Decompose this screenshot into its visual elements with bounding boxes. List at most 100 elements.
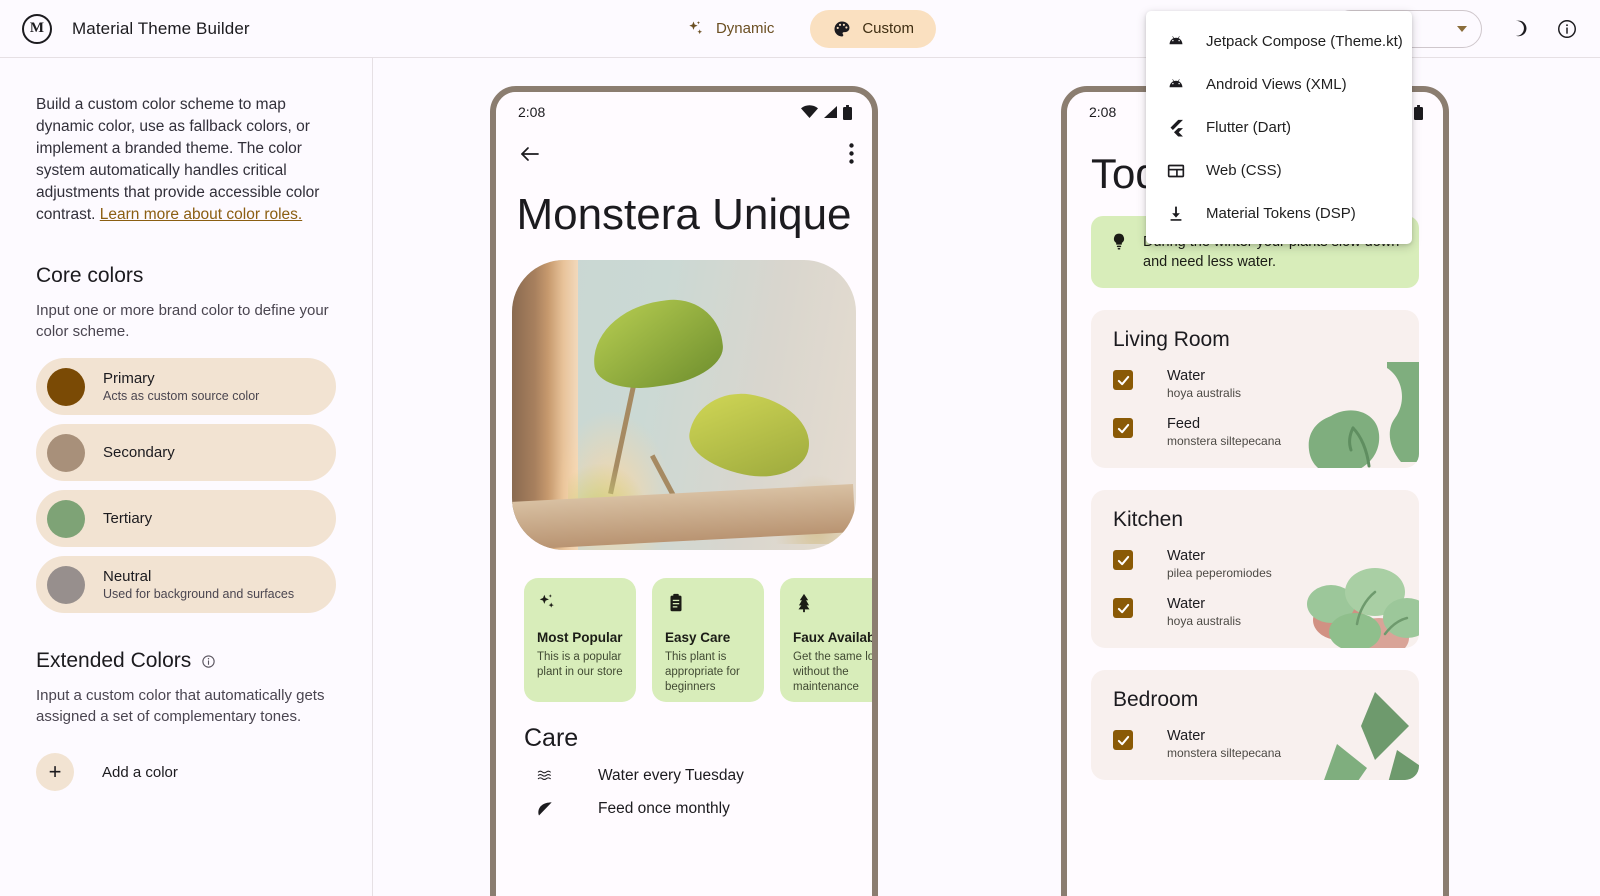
menu-item-material-tokens[interactable]: Material Tokens (DSP) — [1146, 192, 1412, 235]
status-time: 2:08 — [518, 104, 546, 120]
leaf-icon — [534, 799, 556, 819]
water-waves-icon — [534, 768, 556, 784]
android-icon — [1164, 74, 1188, 96]
plant-title: Monstera Unique — [516, 190, 852, 239]
core-colors-heading: Core colors — [36, 264, 144, 287]
preview-stage: 2:08 Monstera Unique Most Popular This i… — [373, 58, 1600, 896]
chip-description: This plant is appropriate for beginners — [665, 651, 740, 693]
web-layout-icon — [1164, 160, 1188, 182]
task-action: Water — [1167, 548, 1206, 564]
info-icon[interactable] — [201, 654, 216, 669]
left-panel: Build a custom color scheme to map dynam… — [0, 58, 373, 896]
dynamic-mode-label: Dynamic — [715, 20, 775, 37]
check-icon — [1117, 423, 1129, 433]
menu-item-label: Jetpack Compose (Theme.kt) — [1206, 33, 1403, 50]
care-item: Water every Tuesday — [496, 753, 872, 785]
task-row: Water hoya australis — [1113, 368, 1399, 400]
task-action: Feed — [1167, 416, 1201, 432]
menu-item-jetpack-compose[interactable]: Jetpack Compose (Theme.kt) — [1146, 20, 1412, 63]
intro-text: Build a custom color scheme to map dynam… — [36, 96, 320, 223]
room-card-kitchen: Kitchen Water pilea peperomiodes Water h… — [1091, 490, 1419, 648]
menu-item-android-views[interactable]: Android Views (XML) — [1146, 63, 1412, 106]
back-arrow-icon[interactable] — [518, 142, 542, 171]
signal-icon — [824, 106, 837, 118]
swatch-row-tertiary[interactable]: Tertiary — [36, 490, 336, 547]
chip-title: Most Popular — [537, 630, 623, 645]
task-plant: hoya australis — [1167, 386, 1242, 400]
check-icon — [1117, 603, 1129, 613]
extended-colors-header: Extended Colors — [36, 649, 336, 673]
task-plant: monstera siltepecana — [1167, 434, 1282, 448]
room-name: Living Room — [1113, 328, 1230, 351]
battery-icon — [1414, 104, 1423, 120]
task-row: Feed monstera siltepecana — [1113, 416, 1399, 448]
task-checkbox[interactable] — [1113, 730, 1133, 750]
task-checkbox[interactable] — [1113, 370, 1133, 390]
color-dot[interactable] — [47, 499, 85, 538]
menu-item-label: Material Tokens (DSP) — [1206, 205, 1356, 222]
swatch-description: Acts as custom source color — [103, 389, 260, 403]
swatch-row-primary[interactable]: Primary Acts as custom source color — [36, 358, 336, 415]
task-plant: pilea peperomiodes — [1167, 566, 1272, 580]
swatch-name: Tertiary — [103, 510, 153, 527]
flutter-icon — [1164, 117, 1188, 139]
swatch-name: Primary — [103, 370, 155, 387]
menu-item-web-css[interactable]: Web (CSS) — [1146, 149, 1412, 192]
status-icon-group — [801, 104, 852, 120]
info-icon — [1558, 20, 1576, 38]
feature-chip[interactable]: Faux Available Get the same look without… — [780, 578, 872, 702]
task-checkbox[interactable] — [1113, 598, 1133, 618]
dynamic-mode-button[interactable]: Dynamic — [664, 10, 796, 48]
add-color-button[interactable]: + Add a color — [36, 753, 336, 791]
task-plant: hoya australis — [1167, 614, 1242, 628]
task-plant: monstera siltepecana — [1167, 746, 1282, 760]
color-roles-link[interactable]: Learn more about color roles. — [100, 206, 302, 223]
more-vert-icon[interactable] — [849, 143, 854, 169]
custom-mode-button[interactable]: Custom — [810, 9, 937, 48]
android-icon — [1164, 31, 1188, 53]
room-card-bedroom: Bedroom Water monstera siltepecana — [1091, 670, 1419, 780]
dark-mode-toggle[interactable] — [1502, 14, 1532, 44]
color-dot[interactable] — [47, 367, 85, 406]
material-logo-icon: M — [22, 13, 52, 44]
check-icon — [1117, 375, 1129, 385]
tree-icon — [793, 592, 872, 616]
clipboard-icon — [665, 592, 752, 616]
menu-item-flutter[interactable]: Flutter (Dart) — [1146, 106, 1412, 149]
wifi-icon — [801, 105, 818, 118]
leaf-decoration — [586, 293, 728, 395]
chevron-down-icon — [1457, 26, 1467, 32]
task-row: Water pilea peperomiodes — [1113, 548, 1399, 580]
task-action: Water — [1167, 368, 1206, 384]
swatch-row-secondary[interactable]: Secondary — [36, 424, 336, 481]
task-row: Water monstera siltepecana — [1113, 728, 1399, 760]
feature-chip[interactable]: Easy Care This plant is appropriate for … — [652, 578, 764, 702]
chip-title: Easy Care — [665, 630, 731, 645]
plus-icon: + — [36, 753, 74, 791]
info-button[interactable] — [1552, 14, 1582, 44]
extended-colors-description: Input a custom color that automatically … — [36, 687, 325, 725]
chip-description: Get the same look without the maintenanc… — [793, 651, 872, 693]
add-color-label: Add a color — [102, 763, 178, 781]
task-checkbox[interactable] — [1113, 550, 1133, 570]
color-dot[interactable] — [47, 565, 85, 604]
care-item: Feed once monthly — [496, 785, 872, 819]
check-icon — [1117, 735, 1129, 745]
palette-icon — [832, 19, 852, 39]
color-dot[interactable] — [47, 433, 85, 472]
feature-chip-row: Most Popular This is a popular plant in … — [496, 550, 872, 702]
care-text: Water every Tuesday — [598, 767, 744, 784]
extended-colors-heading: Extended Colors — [36, 649, 192, 672]
feature-chip[interactable]: Most Popular This is a popular plant in … — [524, 578, 636, 702]
menu-item-label: Web (CSS) — [1206, 162, 1282, 179]
core-colors-description: Input one or more brand color to define … — [36, 302, 329, 340]
swatch-name: Neutral — [103, 568, 152, 585]
task-row: Water hoya australis — [1113, 596, 1399, 628]
plant-decoration — [1324, 692, 1419, 780]
phone-preview-detail: 2:08 Monstera Unique Most Popular This i… — [490, 86, 878, 896]
app-title: Material Theme Builder — [72, 18, 250, 38]
status-bar: 2:08 — [496, 92, 872, 132]
task-checkbox[interactable] — [1113, 418, 1133, 438]
task-action: Water — [1167, 728, 1206, 744]
swatch-row-neutral[interactable]: Neutral Used for background and surfaces — [36, 556, 336, 613]
